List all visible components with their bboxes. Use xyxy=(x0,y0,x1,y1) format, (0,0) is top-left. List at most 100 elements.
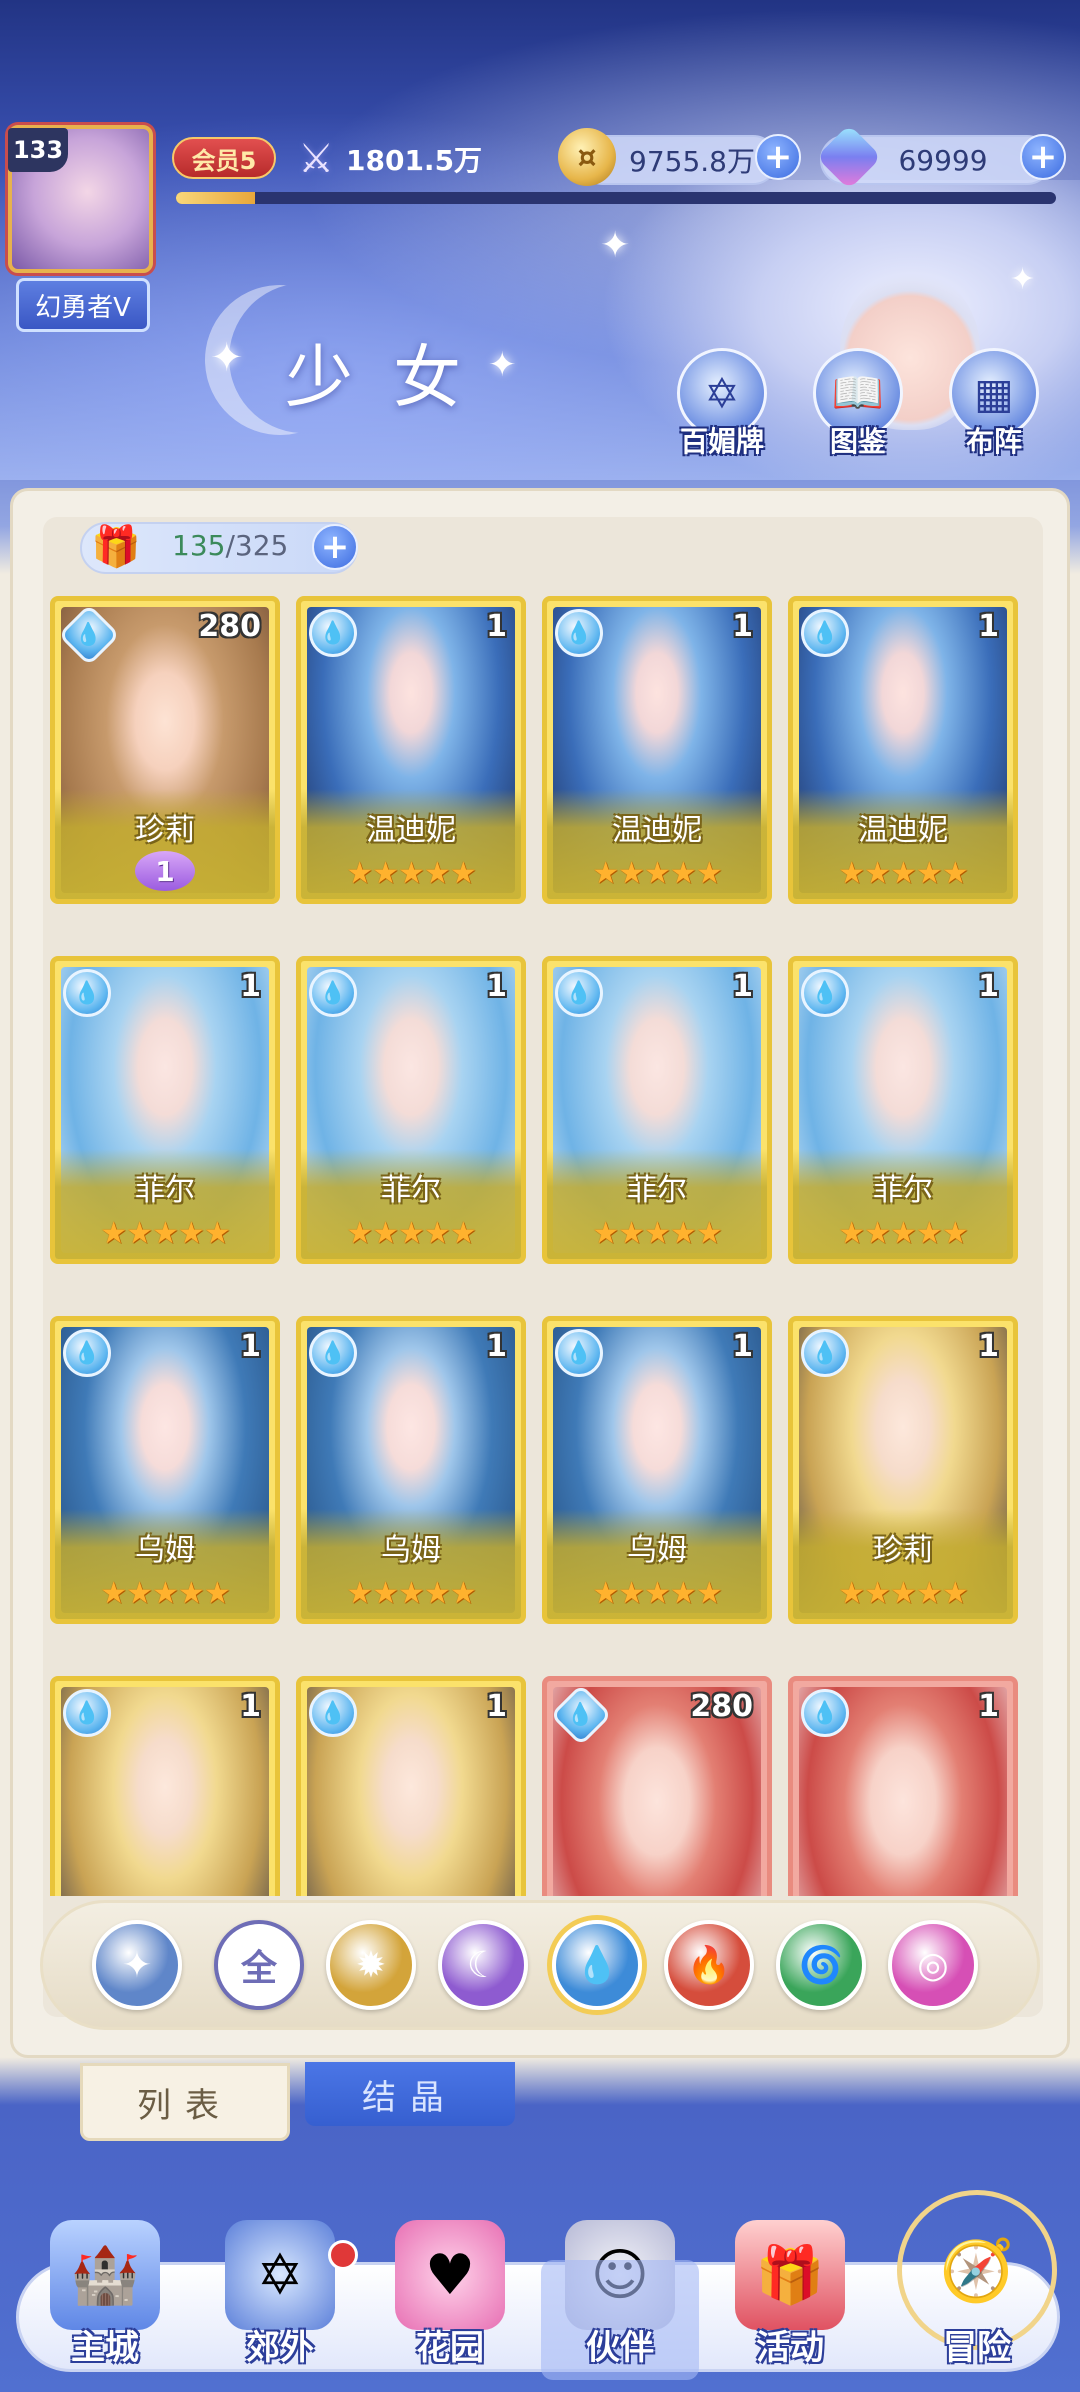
nav-item-companion[interactable]: ☺ 伙伴 xyxy=(541,2220,699,2380)
star-rating-icon: ★★★★★ xyxy=(100,1576,230,1611)
star-rating-icon: ★★★★★ xyxy=(100,1216,230,1251)
page-title: 少女 xyxy=(285,339,502,418)
nav-label: 活动 xyxy=(756,2328,824,2368)
filter-water-icon[interactable]: 💧 xyxy=(552,1920,642,2010)
player-level: 133 xyxy=(8,128,68,172)
gem-value: 69999 xyxy=(898,143,988,177)
card-count: 1 xyxy=(732,1329,753,1364)
companion-card[interactable]: 💧 280 珍莉 1 xyxy=(50,596,280,904)
tab-list[interactable]: 列表 xyxy=(80,2063,290,2141)
companion-card[interactable]: 💧 1 xyxy=(788,1676,1018,1896)
card-count: 280 xyxy=(198,609,261,644)
card-count: 1 xyxy=(978,609,999,644)
card-name: 温迪妮 xyxy=(366,813,456,848)
card-name: 乌姆 xyxy=(627,1533,687,1568)
star-rating-icon: ★★★★★ xyxy=(592,1216,722,1251)
nav-label: 花园 xyxy=(416,2328,484,2368)
expand-capacity-button[interactable]: + xyxy=(312,524,358,570)
filter-light-icon[interactable]: ✹ xyxy=(326,1920,416,2010)
card-name: 菲尔 xyxy=(135,1173,195,1208)
water-element-icon: 💧 xyxy=(309,1329,357,1377)
filter-fire-icon[interactable]: 🔥 xyxy=(664,1920,754,2010)
card-name: 乌姆 xyxy=(381,1533,441,1568)
formation-button[interactable]: ▦ 布阵 xyxy=(944,348,1044,458)
companion-card[interactable]: 💧 1 xyxy=(50,1676,280,1896)
combat-power-value: 1801.5万 xyxy=(346,144,483,177)
portal-icon: ✡ xyxy=(225,2220,335,2330)
gift-box-icon: 🎁 xyxy=(91,523,141,570)
nav-item-heart[interactable]: ♥ 花园 xyxy=(375,2220,525,2380)
nav-item-gift[interactable]: 🎁 活动 xyxy=(715,2220,865,2380)
card-count: 1 xyxy=(486,1689,507,1724)
nav-label: 郊外 xyxy=(246,2328,314,2368)
player-name: 幻勇者V xyxy=(16,278,150,332)
card-count: 1 xyxy=(732,609,753,644)
header-banner: ✦ ✦ ✦ ✦ xyxy=(0,0,1080,480)
companion-card[interactable]: 💧 1 菲尔 ★★★★★ xyxy=(788,956,1018,1264)
card-count: 280 xyxy=(690,1689,753,1724)
star-rating-icon: ★★★★★ xyxy=(592,856,722,891)
companion-card[interactable]: 💧 1 菲尔 ★★★★★ xyxy=(296,956,526,1264)
heart-icon: ♥ xyxy=(395,2220,505,2330)
capacity-text: 135/325 xyxy=(172,529,288,562)
companion-card[interactable]: 💧 1 乌姆 ★★★★★ xyxy=(296,1316,526,1624)
card-count: 1 xyxy=(978,1689,999,1724)
nav-item-castle[interactable]: 🏰 主城 xyxy=(30,2220,180,2380)
water-element-icon: 💧 xyxy=(309,1689,357,1737)
gold-value: 9755.8万 xyxy=(629,145,755,178)
nav-label: 冒险 xyxy=(943,2328,1011,2368)
water-element-icon: 💧 xyxy=(309,609,357,657)
companion-card[interactable]: 💧 1 菲尔 ★★★★★ xyxy=(50,956,280,1264)
card-count: 1 xyxy=(978,969,999,1004)
tab-crystal[interactable]: 结晶 xyxy=(305,2062,515,2126)
card-deck-label: 百媚牌 xyxy=(679,425,764,458)
water-element-icon: 💧 xyxy=(801,969,849,1017)
card-name: 温迪妮 xyxy=(858,813,948,848)
water-element-icon: 💧 xyxy=(555,969,603,1017)
sword-crest-icon: ⚔ xyxy=(298,136,334,182)
water-element-icon: 💧 xyxy=(63,969,111,1017)
companion-card[interactable]: 💧 1 xyxy=(296,1676,526,1896)
nav-item-compass[interactable]: 🧭 冒险 xyxy=(897,2190,1057,2380)
companion-card[interactable]: 💧 1 温迪妮 ★★★★★ xyxy=(542,596,772,904)
companion-card[interactable]: 💧 1 温迪妮 ★★★★★ xyxy=(296,596,526,904)
add-gem-button[interactable]: + xyxy=(1020,134,1066,180)
card-name: 乌姆 xyxy=(135,1533,195,1568)
card-count: 1 xyxy=(240,969,261,1004)
star-rating-icon: ★★★★★ xyxy=(838,1216,968,1251)
companion-card[interactable]: 💧 280 xyxy=(542,1676,772,1896)
wing-badge-icon: 1 xyxy=(135,851,195,891)
star-rating-icon: ★★★★★ xyxy=(346,1216,476,1251)
filter-earth-icon[interactable]: 🌀 xyxy=(776,1920,866,2010)
formation-label: 布阵 xyxy=(965,425,1022,458)
filter-all-icon[interactable]: 全 xyxy=(214,1920,304,2010)
card-name: 珍莉 xyxy=(135,813,195,848)
companion-card[interactable]: 💧 1 温迪妮 ★★★★★ xyxy=(788,596,1018,904)
water-element-icon: 💧 xyxy=(63,1329,111,1377)
sparkle-icon: ✦ xyxy=(210,335,244,381)
exp-bar-fill xyxy=(176,192,256,204)
companion-card[interactable]: 💧 1 乌姆 ★★★★★ xyxy=(50,1316,280,1624)
card-name: 珍莉 xyxy=(873,1533,933,1568)
vip-badge[interactable]: 会员5 xyxy=(172,137,276,179)
companion-card[interactable]: 💧 1 珍莉 ★★★★★ xyxy=(788,1316,1018,1624)
filter-ring-icon[interactable]: ◎ xyxy=(888,1920,978,2010)
companion-card[interactable]: 💧 1 乌姆 ★★★★★ xyxy=(542,1316,772,1624)
companion-card[interactable]: 💧 1 菲尔 ★★★★★ xyxy=(542,956,772,1264)
star-rating-icon: ★★★★★ xyxy=(592,1576,722,1611)
filter-wind-icon[interactable]: ✦ xyxy=(92,1920,182,2010)
add-gold-button[interactable]: + xyxy=(755,134,801,180)
water-element-icon: 💧 xyxy=(555,609,603,657)
card-name: 菲尔 xyxy=(627,1173,687,1208)
codex-label: 图鉴 xyxy=(829,425,886,458)
star-rating-icon: ★★★★★ xyxy=(838,1576,968,1611)
combat-power: ⚔ 1801.5万 xyxy=(290,130,482,188)
filter-dark-icon[interactable]: ☾ xyxy=(438,1920,528,2010)
card-name: 菲尔 xyxy=(873,1173,933,1208)
card-deck-button[interactable]: ✡ 百媚牌 xyxy=(672,348,772,458)
water-element-icon: 💧 xyxy=(801,1329,849,1377)
water-element-icon: 💧 xyxy=(801,1689,849,1737)
card-count: 1 xyxy=(486,969,507,1004)
card-count: 1 xyxy=(732,969,753,1004)
codex-button[interactable]: 📖 图鉴 xyxy=(808,348,908,458)
